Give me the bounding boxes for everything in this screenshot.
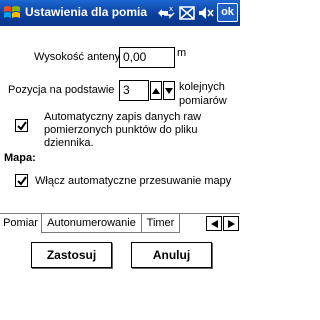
- auto-save-label-line3: dziennika.: [44, 137, 94, 149]
- tab-bar: Pomiar Autonumerowanie Timer: [0, 213, 240, 233]
- position-label: Pozycja na podstawie: [8, 84, 115, 96]
- tab-scroll-right-button[interactable]: [223, 216, 239, 231]
- arrow-down-icon: [165, 88, 173, 94]
- checkmark-icon: [17, 176, 27, 186]
- position-suffix-line1: kolejnych: [179, 81, 225, 93]
- arrow-right-icon: [228, 220, 235, 228]
- window-title: Ustawienia dla pomia: [25, 5, 148, 19]
- antenna-unit-label: m: [177, 47, 187, 59]
- apply-button[interactable]: Zastosuj: [31, 242, 112, 268]
- tab-timer[interactable]: Timer: [142, 214, 180, 233]
- speaker-muted-icon[interactable]: [197, 4, 215, 22]
- cancel-button[interactable]: Anuluj: [131, 242, 212, 268]
- tab-pomiar[interactable]: Pomiar: [0, 214, 42, 233]
- auto-save-label-line1: Automatyczny zapis danych raw: [44, 111, 202, 123]
- arrow-up-icon: [152, 88, 160, 94]
- position-count-input[interactable]: 3: [119, 80, 149, 101]
- auto-pan-label: Włącz automatyczne przesuwanie mapy: [35, 175, 232, 187]
- tab-autonumerowanie[interactable]: Autonumerowanie: [42, 214, 142, 233]
- connectivity-icon[interactable]: x: [155, 4, 177, 22]
- spin-up-button[interactable]: [150, 81, 162, 100]
- auto-pan-checkbox[interactable]: [15, 174, 28, 187]
- arrow-left-icon: [211, 220, 218, 228]
- position-suffix-line2: pomiarów: [179, 95, 227, 107]
- map-section-title: Mapa:: [4, 152, 36, 164]
- tab-scroll-left-button[interactable]: [206, 216, 222, 231]
- no-signal-icon[interactable]: [177, 4, 197, 22]
- antenna-height-input[interactable]: 0,00: [119, 47, 175, 68]
- ok-button[interactable]: ok: [217, 3, 238, 22]
- windows-start-icon[interactable]: [2, 3, 22, 23]
- auto-save-label-line2: pomierzonych punktów do pliku: [44, 124, 198, 136]
- svg-text:x: x: [169, 5, 173, 13]
- title-bar: Ustawienia dla pomia x ok: [0, 0, 240, 26]
- spin-down-button[interactable]: [163, 81, 175, 100]
- checkmark-icon: [17, 121, 27, 131]
- auto-save-checkbox[interactable]: [15, 119, 28, 132]
- antenna-height-label: Wysokość anteny:: [34, 51, 124, 63]
